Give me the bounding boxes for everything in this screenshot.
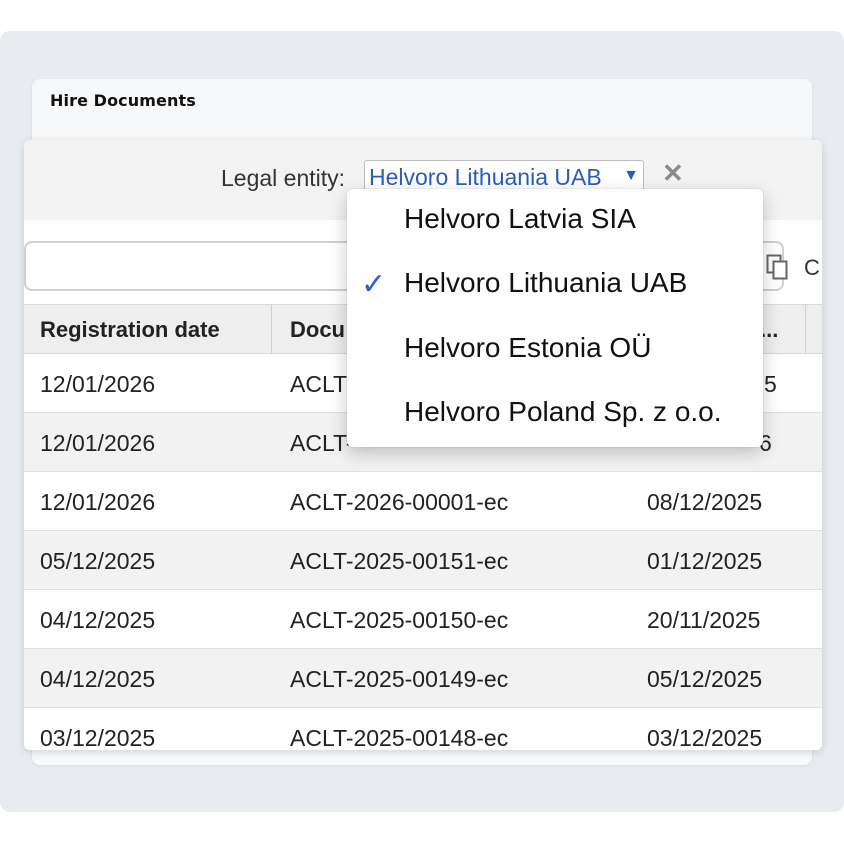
cell-registration-date: 04/12/2025	[40, 607, 156, 633]
table-row[interactable]: 04/12/2025 ACLT-2025-00149-ec 05/12/2025	[24, 649, 822, 708]
table-row[interactable]: 12/01/2026 ACLT-2026-00001-ec 08/12/2025	[24, 472, 822, 531]
checkmark-icon: ✓	[361, 268, 387, 301]
cell-registration-date: 03/12/2025	[40, 725, 156, 750]
column-header-document[interactable]: Docu	[290, 317, 345, 343]
dropdown-option[interactable]: Helvoro Latvia SIA	[347, 189, 763, 253]
cell-date: 05/12/2025	[647, 666, 763, 692]
table-row[interactable]: 03/12/2025 ACLT-2025-00148-ec 03/12/2025	[24, 708, 822, 750]
dropdown-option[interactable]: Helvoro Poland Sp. z o.o.	[347, 382, 763, 446]
dropdown-option-label: Helvoro Poland Sp. z o.o.	[404, 396, 722, 427]
cell-date: 5	[764, 371, 777, 397]
column-divider[interactable]	[271, 305, 272, 355]
dropdown-option-label: Helvoro Estonia OÜ	[404, 332, 652, 363]
chevron-down-icon: ▼	[623, 167, 639, 184]
cell-registration-date: 05/12/2025	[40, 548, 156, 574]
legal-entity-dropdown: Helvoro Latvia SIA ✓ Helvoro Lithuania U…	[347, 189, 763, 447]
dropdown-option[interactable]: Helvoro Estonia OÜ	[347, 318, 763, 382]
cell-registration-date: 12/01/2026	[40, 430, 156, 456]
cell-date: 20/11/2025	[647, 607, 761, 633]
cell-date: 08/12/2025	[647, 489, 763, 515]
cell-document: ACLT-	[290, 430, 354, 456]
cell-registration-date: 12/01/2026	[40, 489, 156, 515]
cell-document: ACLT-2025-00150-ec	[290, 607, 509, 633]
cell-registration-date: 04/12/2025	[40, 666, 156, 692]
cell-document: ACLT-2025-00151-ec	[290, 548, 509, 574]
table-row[interactable]: 04/12/2025 ACLT-2025-00150-ec 20/11/2025	[24, 590, 822, 649]
cell-document: ACLT	[290, 371, 348, 397]
cell-registration-date: 12/01/2026	[40, 371, 156, 397]
table-row[interactable]: 05/12/2025 ACLT-2025-00151-ec 01/12/2025	[24, 531, 822, 590]
dropdown-option[interactable]: ✓ Helvoro Lithuania UAB	[347, 253, 763, 317]
cell-document: ACLT-2025-00148-ec	[290, 725, 509, 750]
legal-entity-value: Helvoro Lithuania UAB	[369, 164, 602, 190]
copy-button-label[interactable]: C	[804, 255, 820, 281]
close-icon[interactable]: ✕	[662, 158, 684, 189]
column-header-registration-date[interactable]: Registration date	[40, 317, 220, 343]
dropdown-option-label: Helvoro Latvia SIA	[404, 203, 636, 234]
dropdown-option-label: Helvoro Lithuania UAB	[404, 267, 688, 298]
legal-entity-select[interactable]: Helvoro Lithuania UAB ▼	[364, 160, 644, 192]
copy-icon[interactable]	[766, 254, 788, 280]
cell-date: 03/12/2025	[647, 725, 763, 750]
legal-entity-label: Legal entity:	[221, 165, 346, 191]
cell-document: ACLT-2026-00001-ec	[290, 489, 509, 515]
cell-document: ACLT-2025-00149-ec	[290, 666, 509, 692]
window-title: Hire Documents	[50, 91, 196, 110]
column-divider[interactable]	[805, 305, 806, 355]
cell-date: 01/12/2025	[647, 548, 763, 574]
